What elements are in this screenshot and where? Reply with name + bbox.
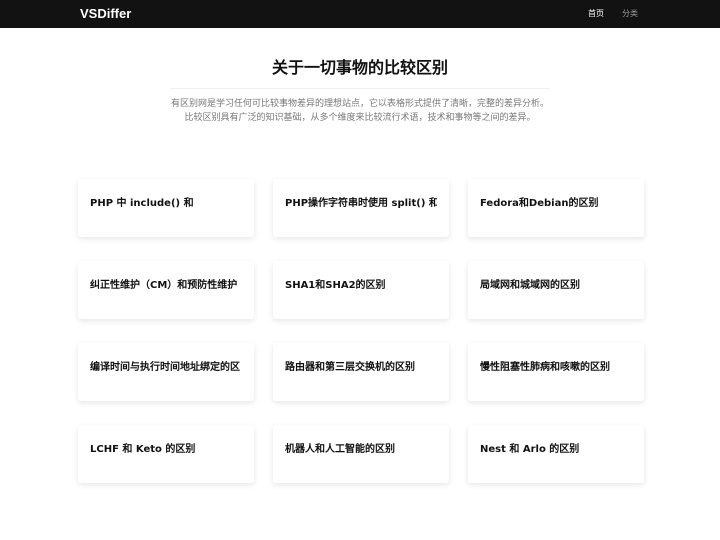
article-card-title[interactable]: PHP 中 include() 和 — [90, 197, 242, 211]
nav-link-categories[interactable]: 分类 — [622, 7, 638, 21]
article-card-title[interactable]: 局域网和城域网的区别 — [480, 279, 632, 293]
article-card[interactable]: Nest 和 Arlo 的区别 — [468, 425, 644, 483]
article-card-title[interactable]: SHA1和SHA2的区别 — [285, 279, 437, 293]
title-divider — [170, 88, 550, 89]
article-card[interactable]: 机器人和人工智能的区别 — [273, 425, 449, 483]
article-card-grid: PHP 中 include() 和 PHP操作字符串时使用 split() 和 … — [78, 179, 644, 483]
article-card[interactable]: SHA1和SHA2的区别 — [273, 261, 449, 319]
article-card-title[interactable]: 机器人和人工智能的区别 — [285, 443, 437, 457]
article-card-title[interactable]: 编译时间与执行时间地址绑定的区 — [90, 361, 242, 375]
article-card-title[interactable]: 慢性阻塞性肺病和咳嗽的区别 — [480, 361, 632, 375]
article-card-title[interactable]: LCHF 和 Keto 的区别 — [90, 443, 242, 457]
page-title: 关于一切事物的比较区别 — [271, 58, 448, 77]
article-card[interactable]: PHP操作字符串时使用 split() 和 — [273, 179, 449, 237]
page-description: 有区别网是学习任何可比较事物差异的理想站点，它以表格形式提供了清晰，完整的差异分… — [170, 99, 549, 123]
article-card[interactable]: 路由器和第三层交换机的区别 — [273, 343, 449, 401]
article-card-title[interactable]: 路由器和第三层交换机的区别 — [285, 361, 437, 375]
article-card[interactable]: 编译时间与执行时间地址绑定的区 — [78, 343, 254, 401]
article-card-title[interactable]: PHP操作字符串时使用 split() 和 — [285, 197, 437, 211]
top-navbar: VSDiffer 首页 分类 — [0, 0, 720, 28]
brand-logo-link[interactable]: VSDiffer — [80, 5, 131, 23]
article-card[interactable]: Fedora和Debian的区别 — [468, 179, 644, 237]
article-card-title[interactable]: 纠正性维护（CM）和预防性维护 — [90, 279, 242, 293]
article-card[interactable]: 局域网和城域网的区别 — [468, 261, 644, 319]
nav-links: 首页 分类 — [588, 7, 638, 21]
nav-link-home[interactable]: 首页 — [588, 7, 604, 21]
article-card[interactable]: 慢性阻塞性肺病和咳嗽的区别 — [468, 343, 644, 401]
article-card-title[interactable]: Fedora和Debian的区别 — [480, 197, 632, 211]
article-card-title[interactable]: Nest 和 Arlo 的区别 — [480, 443, 632, 457]
article-card[interactable]: 纠正性维护（CM）和预防性维护 — [78, 261, 254, 319]
article-card[interactable]: PHP 中 include() 和 — [78, 179, 254, 237]
article-card[interactable]: LCHF 和 Keto 的区别 — [78, 425, 254, 483]
